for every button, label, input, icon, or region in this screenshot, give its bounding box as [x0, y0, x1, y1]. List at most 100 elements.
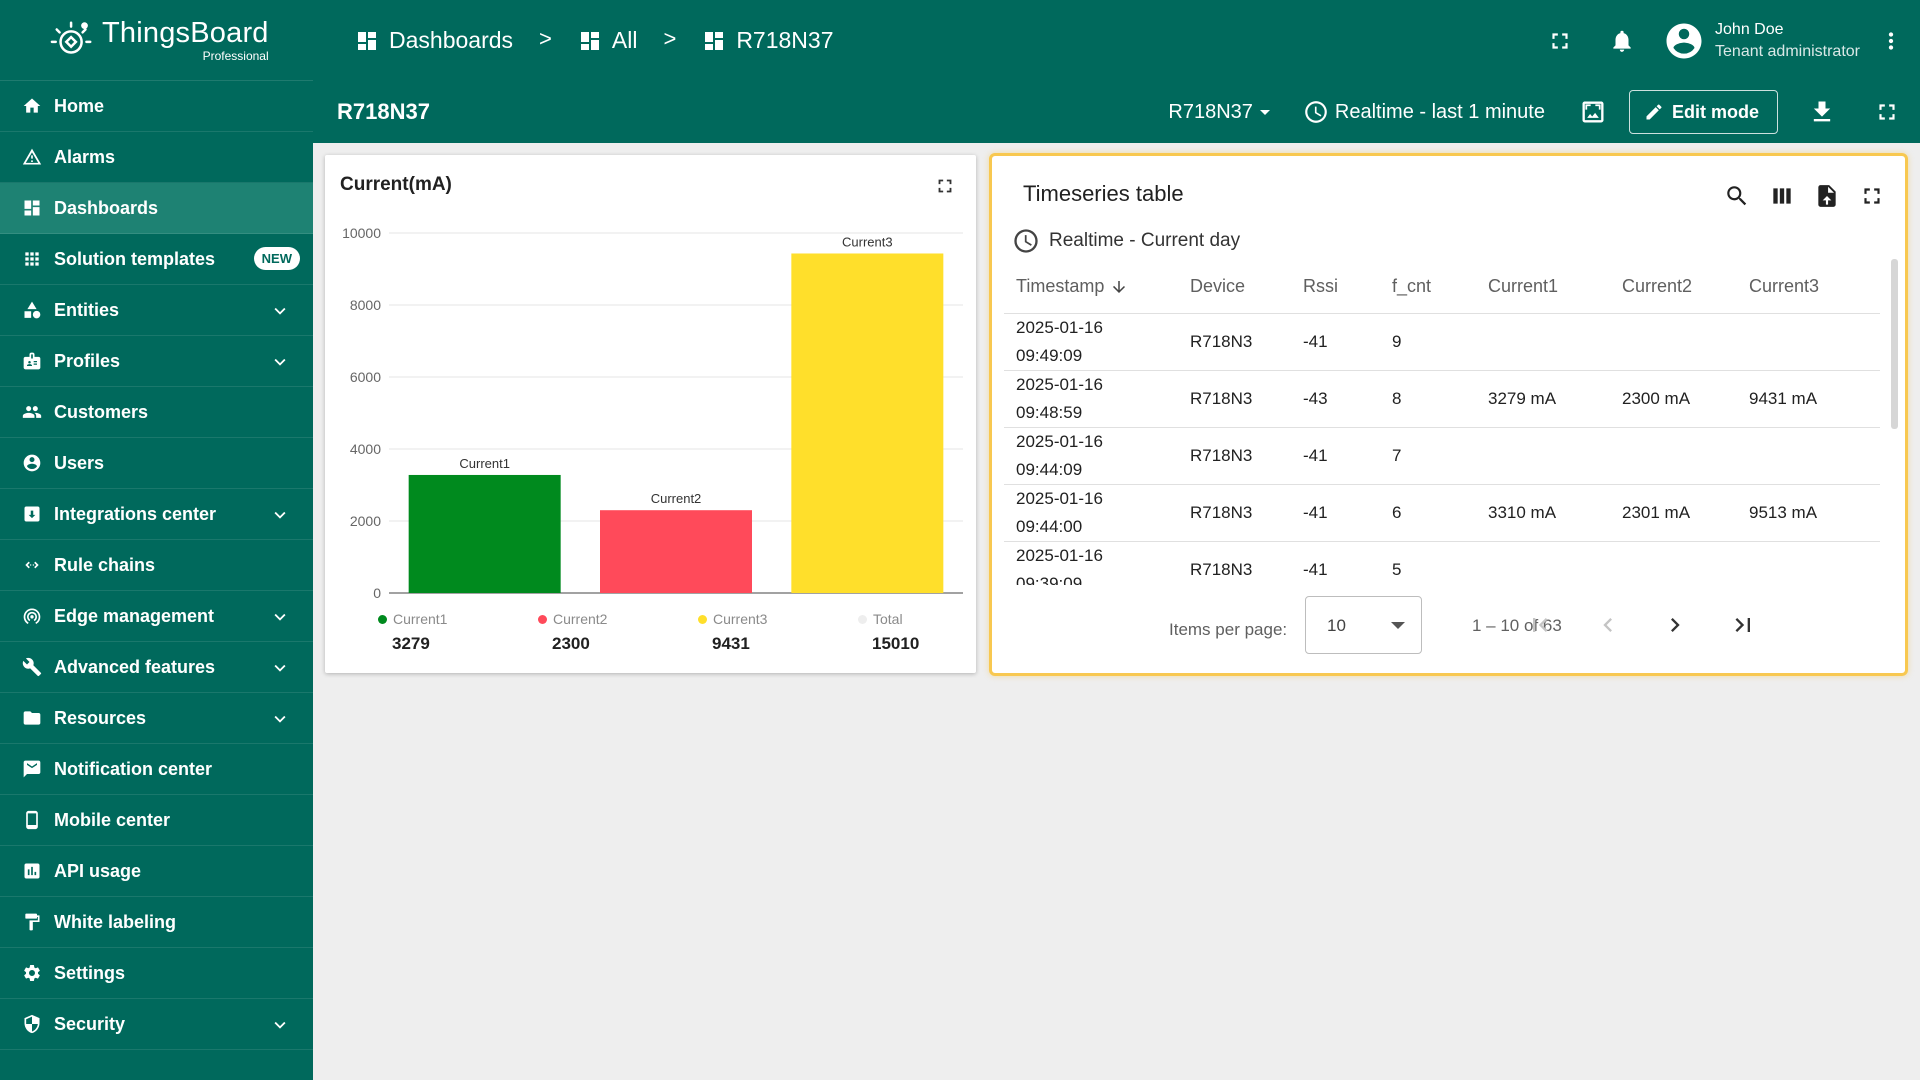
sidebar-item-users[interactable]: Users — [0, 438, 313, 489]
cell-current1: 3310 mA — [1476, 484, 1610, 542]
sidebar-item-label: Notification center — [54, 758, 213, 779]
notifications-bell-icon[interactable] — [1609, 28, 1635, 54]
pencil-icon — [1646, 104, 1662, 120]
chevron-down-icon[interactable] — [269, 351, 291, 373]
sidebar-item-label: Alarms — [54, 146, 116, 167]
table-row[interactable]: 2025-01-16 09:48:59 R718N3 -43 8 3279 mA 2300 … — [1004, 370, 1880, 428]
sidebar-item-white-labeling[interactable]: White labeling — [0, 897, 313, 948]
timewindow-selector[interactable]: Realtime - last 1 minute — [1303, 99, 1545, 125]
home-icon — [22, 96, 42, 116]
legend-dot — [698, 614, 707, 624]
avatar — [1663, 20, 1705, 62]
logo[interactable]: ThingsBoard Professional — [0, 0, 313, 81]
fullscreen-icon[interactable] — [1547, 28, 1573, 54]
sidebar-item-integrations-center[interactable]: Integrations center — [0, 489, 313, 540]
sidebar-item-solution-templates[interactable]: Solution templates NEW — [0, 234, 313, 285]
chevron-down-icon[interactable] — [269, 504, 291, 526]
cell-f-cnt: 8 — [1380, 370, 1476, 428]
breadcrumb-dashboards[interactable]: Dashboards — [355, 27, 513, 54]
items-per-page-select[interactable]: 10 — [1305, 596, 1422, 654]
table-scrollbar[interactable] — [1891, 259, 1898, 429]
dashboard-title: R718N37 — [337, 99, 430, 124]
sidebar-item-home[interactable]: Home — [0, 81, 313, 132]
cell-current3 — [1737, 541, 1880, 585]
sidebar-item-mobile-center[interactable]: Mobile center — [0, 795, 313, 846]
sidebar-item-label: Security — [54, 1013, 126, 1034]
sidebar-item-customers[interactable]: Customers — [0, 387, 313, 438]
legend-item-current3[interactable]: Current3 9431 — [698, 611, 858, 654]
cell-current2 — [1610, 313, 1737, 371]
sidebar-item-label: Customers — [54, 401, 149, 422]
cell-current1 — [1476, 313, 1610, 371]
edit-mode-button[interactable]: Edit mode — [1628, 90, 1778, 134]
column-header-rssi[interactable]: Rssi — [1291, 260, 1380, 314]
widget-fullscreen-icon[interactable] — [934, 175, 956, 197]
legend-item-current1[interactable]: Current1 3279 — [378, 611, 538, 654]
columns-icon[interactable] — [1769, 183, 1795, 209]
cell-rssi: -43 — [1291, 370, 1380, 428]
breadcrumb-label: All — [611, 27, 638, 53]
column-header-device[interactable]: Device — [1178, 260, 1291, 314]
chevron-down-icon[interactable] — [269, 300, 291, 322]
entities-icon — [22, 300, 42, 320]
cell-current2: 2300 mA — [1610, 370, 1737, 428]
sidebar-item-edge-management[interactable]: Edge management — [0, 591, 313, 642]
next-page-icon[interactable] — [1659, 609, 1691, 641]
table-row[interactable]: 2025-01-16 09:44:09 R718N3 -41 7 — [1004, 427, 1880, 485]
user-menu[interactable]: John Doe Tenant administrator — [1663, 20, 1860, 62]
chart-title: Current(mA) — [340, 174, 452, 195]
cell-f-cnt: 6 — [1380, 484, 1476, 542]
sidebar-item-alarms[interactable]: Alarms — [0, 132, 313, 183]
top-bar: Dashboards > All > R718N37 John Doe Tena… — [313, 0, 1920, 81]
download-icon[interactable] — [1808, 98, 1836, 126]
bar-label: Current3 — [842, 234, 893, 249]
search-icon[interactable] — [1724, 183, 1750, 209]
sidebar-item-settings[interactable]: Settings — [0, 948, 313, 999]
table-row[interactable]: 2025-01-16 09:49:09 R718N3 -41 9 — [1004, 313, 1880, 371]
sidebar-item-dashboards[interactable]: Dashboards — [0, 183, 313, 234]
api-usage-icon — [22, 861, 42, 881]
sidebar-item-label: Users — [54, 452, 105, 473]
chevron-down-icon[interactable] — [269, 1014, 291, 1036]
column-header-f-cnt[interactable]: f_cnt — [1380, 260, 1476, 314]
more-vert-icon[interactable] — [1878, 28, 1904, 54]
image-export-icon[interactable] — [1579, 98, 1607, 126]
chevron-down-icon[interactable] — [269, 657, 291, 679]
legend-dot — [858, 614, 867, 624]
table-row[interactable]: 2025-01-16 09:39:09 R718N3 -41 5 — [1004, 541, 1880, 585]
column-header-current3[interactable]: Current3 — [1737, 260, 1880, 314]
breadcrumb-all[interactable]: All — [578, 27, 638, 54]
chevron-down-icon[interactable] — [269, 606, 291, 628]
table-timewindow: Realtime - Current day — [1012, 227, 1240, 255]
sidebar-item-rule-chains[interactable]: Rule chains — [0, 540, 313, 591]
cell-device: R718N3 — [1178, 370, 1291, 428]
table-row[interactable]: 2025-01-16 09:44:00 R718N3 -41 6 3310 mA 2301 … — [1004, 484, 1880, 542]
widget-fullscreen-icon[interactable] — [1859, 183, 1885, 209]
sidebar-item-advanced-features[interactable]: Advanced features — [0, 642, 313, 693]
cell-time: 09:39:09 — [1016, 573, 1083, 586]
sidebar-item-entities[interactable]: Entities — [0, 285, 313, 336]
last-page-icon[interactable] — [1727, 609, 1759, 641]
table-scroll-area[interactable]: Timestamp Device Rssi f_cnt Current1 Cur… — [1004, 260, 1880, 585]
sidebar-item-label: Home — [54, 95, 105, 116]
legend-dot — [378, 614, 387, 624]
sidebar-item-resources[interactable]: Resources — [0, 693, 313, 744]
export-file-icon[interactable] — [1814, 183, 1840, 209]
previous-page-icon[interactable] — [1592, 609, 1624, 641]
chevron-down-icon[interactable] — [269, 708, 291, 730]
cell-date: 2025-01-16 — [1016, 374, 1103, 394]
legend-item-current2[interactable]: Current2 2300 — [538, 611, 698, 654]
gear-icon — [22, 963, 42, 983]
sidebar-item-profiles[interactable]: Profiles — [0, 336, 313, 387]
dashboard-fullscreen-icon[interactable] — [1874, 99, 1900, 125]
y-tick-label: 4000 — [350, 441, 381, 457]
column-header-current1[interactable]: Current1 — [1476, 260, 1610, 314]
column-header-current2[interactable]: Current2 — [1610, 260, 1737, 314]
entity-selector[interactable]: R718N37 — [1168, 100, 1277, 124]
y-tick-label: 0 — [373, 585, 381, 601]
first-page-icon[interactable] — [1524, 609, 1556, 641]
sidebar-item-notification-center[interactable]: Notification center — [0, 744, 313, 795]
sidebar-item-api-usage[interactable]: API usage — [0, 846, 313, 897]
column-header-timestamp[interactable]: Timestamp — [1004, 260, 1178, 314]
sidebar-item-security[interactable]: Security — [0, 999, 313, 1050]
